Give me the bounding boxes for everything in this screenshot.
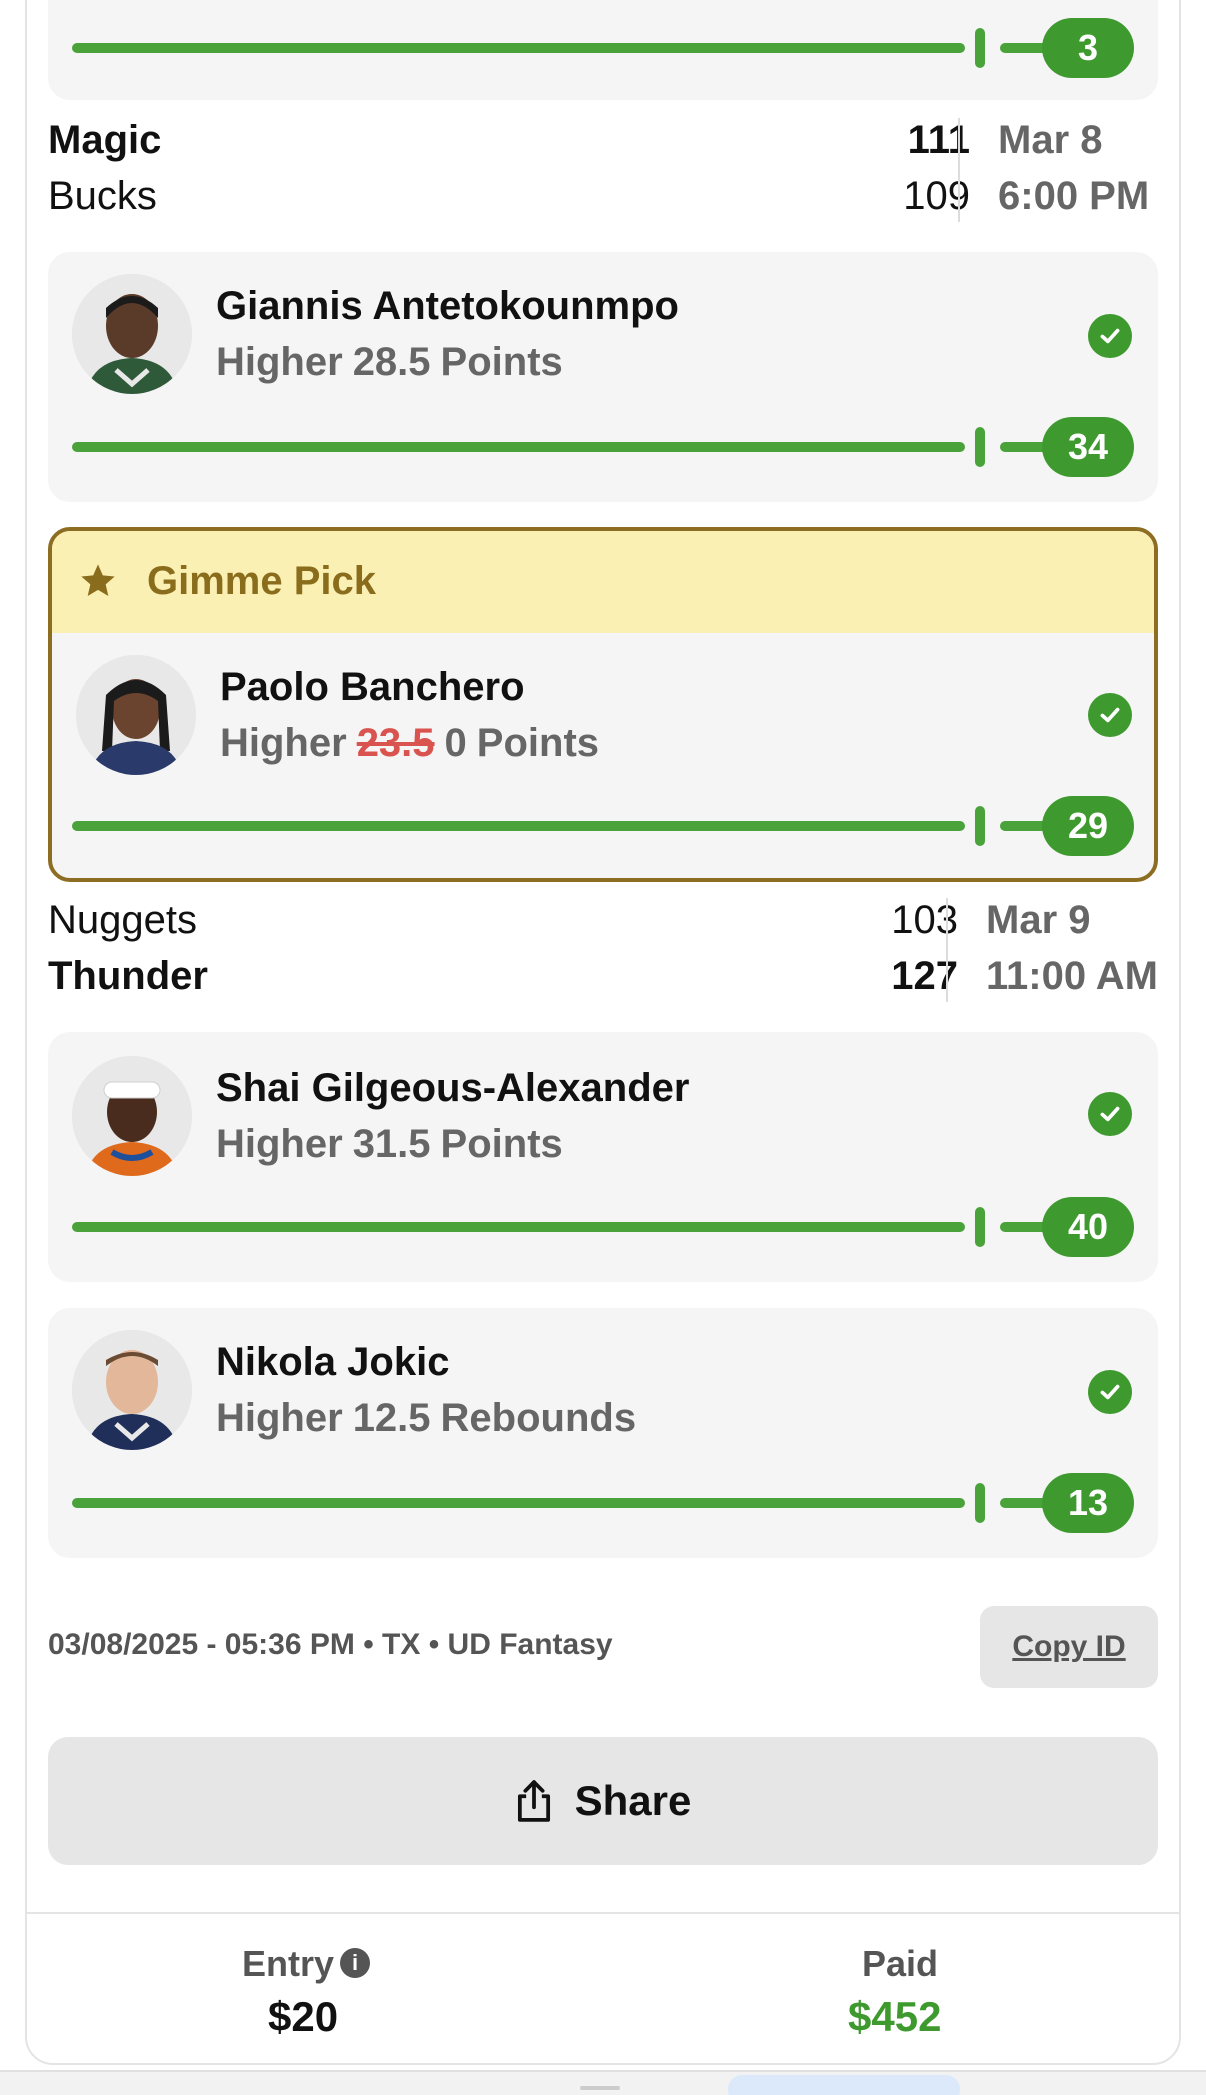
pick-line-value: 28.5 bbox=[352, 340, 431, 384]
bottom-bar-handle bbox=[580, 2086, 620, 2090]
team-score: 103 bbox=[891, 898, 958, 942]
pick-card[interactable]: Shai Gilgeous-Alexander Higher 31.5 Points… bbox=[48, 1032, 1158, 1282]
share-button[interactable]: Share bbox=[48, 1737, 1158, 1865]
divider bbox=[946, 898, 948, 1002]
line-marker bbox=[975, 1483, 985, 1523]
paid-amount: $452 bbox=[848, 1993, 942, 2040]
game-date: Mar 8 bbox=[998, 118, 1103, 162]
progress-track bbox=[72, 1222, 965, 1232]
entry-amount: $20 bbox=[268, 1993, 339, 2040]
entry-meta: 03/08/2025 - 05:36 PM • TX • UD Fantasy bbox=[48, 1628, 613, 1661]
game-time: 6:00 PM bbox=[998, 174, 1150, 218]
info-icon[interactable]: i bbox=[340, 1948, 370, 1978]
game-header: Magic Bucks 111 109 Mar 8 6:00 PM bbox=[48, 118, 1158, 228]
bottom-bar bbox=[0, 2070, 1206, 2095]
pick-line-value: 12.5 bbox=[352, 1396, 431, 1440]
paid-label: Paid bbox=[862, 1943, 939, 1984]
original-line-value: 23.5 bbox=[356, 721, 435, 765]
game-header: Nuggets Thunder 103 127 Mar 9 11:00 AM bbox=[48, 898, 1158, 1008]
pick-line: Higher 28.5 Points bbox=[216, 340, 573, 385]
line-marker bbox=[975, 1207, 985, 1247]
team-score: 127 bbox=[891, 954, 958, 998]
pick-line: Higher 12.5 Rebounds bbox=[216, 1396, 646, 1441]
player-avatar bbox=[76, 655, 196, 775]
pick-card[interactable]: Giannis Antetokounmpo Higher 28.5 Points 3… bbox=[48, 252, 1158, 502]
pick-stat: Points bbox=[440, 340, 563, 384]
check-circle-icon bbox=[1088, 1092, 1132, 1136]
team-name: Thunder bbox=[48, 954, 208, 998]
pick-card-partial: 3 bbox=[48, 0, 1158, 100]
player-name: Nikola Jokic bbox=[216, 1340, 450, 1384]
player-name: Giannis Antetokounmpo bbox=[216, 284, 679, 328]
actual-stat-badge: 40 bbox=[1042, 1197, 1134, 1257]
pick-line: Higher 23.5 0 Points bbox=[220, 721, 609, 766]
line-marker bbox=[975, 427, 985, 467]
team-score: 111 bbox=[907, 118, 970, 162]
player-avatar bbox=[72, 1330, 192, 1450]
share-label: Share bbox=[574, 1777, 692, 1824]
check-circle-icon bbox=[1088, 1370, 1132, 1414]
pick-line-value: 0 bbox=[444, 721, 467, 765]
check-circle-icon bbox=[1088, 314, 1132, 358]
actual-stat-badge: 34 bbox=[1042, 417, 1134, 477]
game-date: Mar 9 bbox=[986, 898, 1091, 942]
copy-id-button[interactable]: Copy ID bbox=[980, 1606, 1158, 1688]
actual-stat-badge: 29 bbox=[1042, 796, 1134, 856]
pick-line-value: 31.5 bbox=[352, 1122, 431, 1166]
player-name: Paolo Banchero bbox=[220, 665, 525, 709]
pick-direction: Higher bbox=[216, 1122, 343, 1166]
progress-track bbox=[72, 1498, 965, 1508]
actual-stat-badge: 13 bbox=[1042, 1473, 1134, 1533]
entry-label: Entry bbox=[242, 1943, 335, 1984]
progress-track bbox=[72, 821, 965, 831]
divider bbox=[958, 118, 960, 222]
pick-line: Higher 31.5 Points bbox=[216, 1122, 573, 1167]
team-name: Magic bbox=[48, 118, 162, 162]
player-avatar bbox=[72, 1056, 192, 1176]
player-avatar bbox=[72, 274, 192, 394]
pick-stat: Points bbox=[476, 721, 600, 765]
pick-card[interactable]: Nikola Jokic Higher 12.5 Rebounds 13 bbox=[48, 1308, 1158, 1558]
divider bbox=[25, 1912, 1181, 1914]
bottom-bar-pill[interactable] bbox=[728, 2075, 960, 2095]
gimme-pick-header: Gimme Pick bbox=[52, 531, 1154, 633]
pick-stat: Points bbox=[440, 1122, 563, 1166]
pick-stat: Rebounds bbox=[440, 1396, 637, 1440]
line-marker bbox=[975, 28, 985, 68]
check-circle-icon bbox=[1088, 693, 1132, 737]
progress-track bbox=[72, 442, 965, 452]
progress-track bbox=[72, 43, 965, 53]
star-icon bbox=[81, 564, 115, 596]
pick-direction: Higher bbox=[220, 721, 347, 765]
share-icon bbox=[517, 1780, 550, 1822]
team-name: Nuggets bbox=[48, 898, 197, 942]
gimme-pick-card[interactable]: Gimme Pick Paolo Banchero Higher 23.5 0 Poi… bbox=[48, 527, 1158, 882]
pick-direction: Higher bbox=[216, 340, 343, 384]
team-score: 109 bbox=[903, 174, 970, 218]
line-marker bbox=[975, 806, 985, 846]
player-name: Shai Gilgeous-Alexander bbox=[216, 1066, 690, 1110]
game-time: 11:00 AM bbox=[986, 954, 1158, 998]
pick-direction: Higher bbox=[216, 1396, 343, 1440]
team-name: Bucks bbox=[48, 174, 157, 218]
gimme-pick-label: Gimme Pick bbox=[147, 559, 377, 603]
actual-stat-badge: 3 bbox=[1042, 18, 1134, 78]
